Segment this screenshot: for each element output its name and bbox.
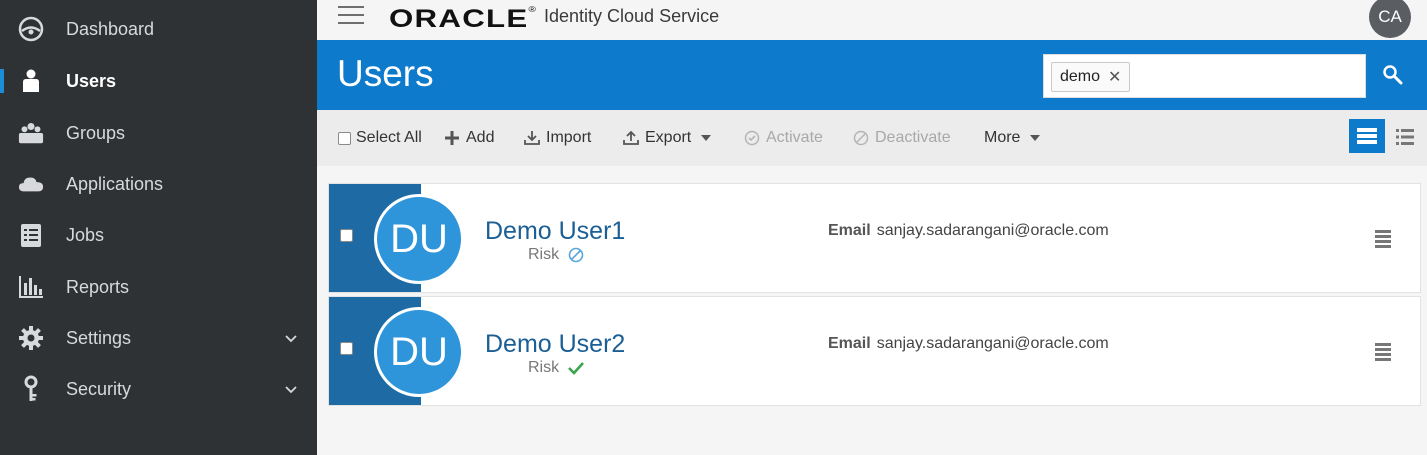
sidebar-item-label: Reports (66, 276, 130, 297)
search-filter-chip: demo ✕ (1051, 62, 1131, 92)
sidebar-item-jobs[interactable]: Jobs (0, 209, 317, 261)
user-card: DU Demo User2 Risk Email sanjay.sadaranga… (328, 296, 1421, 406)
page-title: Users (337, 53, 434, 94)
activate-button[interactable]: Activate (744, 127, 823, 149)
reports-icon (18, 274, 44, 300)
deactivate-button[interactable]: Deactivate (853, 127, 951, 149)
sidebar-item-label: Security (66, 378, 132, 399)
select-all-label: Select All (356, 129, 422, 146)
export-dropdown[interactable]: Export (623, 127, 712, 149)
caret-down-icon (701, 135, 712, 141)
dashboard-icon (18, 16, 44, 42)
groups-icon (18, 120, 44, 146)
export-button-label: Export (645, 129, 692, 146)
user-avatar[interactable]: CA (1369, 0, 1411, 38)
search-chip-label: demo (1060, 68, 1101, 85)
toolbar: Select All Add Import Export Activate De… (317, 110, 1427, 166)
user-select-checkbox[interactable] (340, 229, 353, 242)
product-name: Identity Cloud Service (544, 6, 720, 26)
add-button[interactable]: Add (444, 127, 494, 149)
page-header: Users demo ✕ (317, 40, 1427, 110)
user-email: Email sanjay.sadarangani@oracle.com (828, 222, 1109, 240)
user-avatar: DU (374, 307, 464, 397)
close-icon[interactable]: ✕ (1108, 67, 1121, 87)
search-input[interactable]: demo ✕ (1043, 54, 1366, 98)
email-label: Email (828, 222, 871, 239)
import-icon (524, 131, 540, 145)
card-menu-icon[interactable] (1375, 230, 1391, 248)
risk-label: Risk (528, 359, 560, 376)
user-card: DU Demo User1 Risk Email sanjay.sadaranga… (328, 183, 1421, 293)
email-label: Email (828, 335, 871, 352)
checkmark-icon (568, 362, 585, 375)
user-select-checkbox[interactable] (340, 342, 353, 355)
export-icon (623, 130, 639, 145)
sidebar-item-label: Jobs (66, 224, 105, 245)
cloud-icon (18, 171, 44, 197)
sidebar-item-dashboard[interactable]: Dashboard (0, 3, 317, 55)
email-value: sanjay.sadarangani@oracle.com (876, 222, 1109, 239)
deactivate-button-label: Deactivate (875, 129, 951, 146)
jobs-icon (18, 222, 44, 248)
caret-down-icon (1030, 135, 1041, 141)
top-bar: ORACLE® Identity Cloud Service CA (317, 0, 1427, 40)
sidebar-item-label: Groups (66, 122, 126, 143)
sidebar-item-settings[interactable]: Settings (0, 312, 317, 364)
chevron-down-icon (284, 331, 298, 345)
ban-icon (853, 130, 869, 146)
checkbox[interactable] (338, 131, 351, 145)
gear-icon (18, 325, 44, 351)
sidebar-item-applications[interactable]: Applications (0, 158, 317, 210)
list-view-icon (1396, 129, 1414, 145)
sidebar-item-security[interactable]: Security (0, 363, 317, 415)
user-name-link[interactable]: Demo User2 (485, 330, 625, 359)
sidebar: Dashboard Users Groups Applications Jobs… (0, 0, 317, 455)
risk-indicator: Risk (528, 359, 585, 377)
list-view-toggle[interactable] (1394, 126, 1416, 148)
email-value: sanjay.sadarangani@oracle.com (876, 335, 1109, 352)
card-menu-icon[interactable] (1375, 343, 1391, 361)
chevron-down-icon (284, 382, 298, 396)
sidebar-item-label: Applications (66, 173, 164, 194)
activate-button-label: Activate (766, 129, 823, 146)
sidebar-item-label: Users (66, 70, 117, 91)
hamburger-menu-icon[interactable] (338, 6, 364, 26)
risk-label: Risk (528, 246, 560, 263)
sidebar-item-label: Settings (66, 327, 132, 348)
card-view-toggle[interactable] (1349, 119, 1385, 153)
risk-indicator: Risk (528, 246, 584, 264)
sidebar-item-reports[interactable]: Reports (0, 261, 317, 313)
import-button[interactable]: Import (524, 127, 591, 149)
sidebar-item-groups[interactable]: Groups (0, 107, 317, 159)
user-email: Email sanjay.sadarangani@oracle.com (828, 335, 1109, 353)
oracle-logo: ORACLE® (389, 5, 538, 33)
user-icon (18, 68, 44, 94)
check-circle-icon (744, 130, 760, 146)
import-button-label: Import (546, 129, 592, 146)
plus-icon (445, 131, 459, 145)
user-name-link[interactable]: Demo User1 (485, 217, 625, 246)
more-dropdown[interactable]: More (984, 127, 1041, 149)
ban-icon (568, 247, 584, 263)
add-button-label: Add (466, 129, 495, 146)
search-button[interactable] (1381, 63, 1405, 87)
select-all-checkbox[interactable]: Select All (338, 127, 422, 149)
sidebar-item-label: Dashboard (66, 18, 155, 39)
more-button-label: More (984, 129, 1021, 146)
sidebar-item-users[interactable]: Users (0, 55, 317, 107)
user-avatar: DU (374, 194, 464, 284)
key-icon (18, 375, 44, 402)
card-view-icon (1357, 128, 1377, 144)
search-icon (1383, 65, 1403, 85)
